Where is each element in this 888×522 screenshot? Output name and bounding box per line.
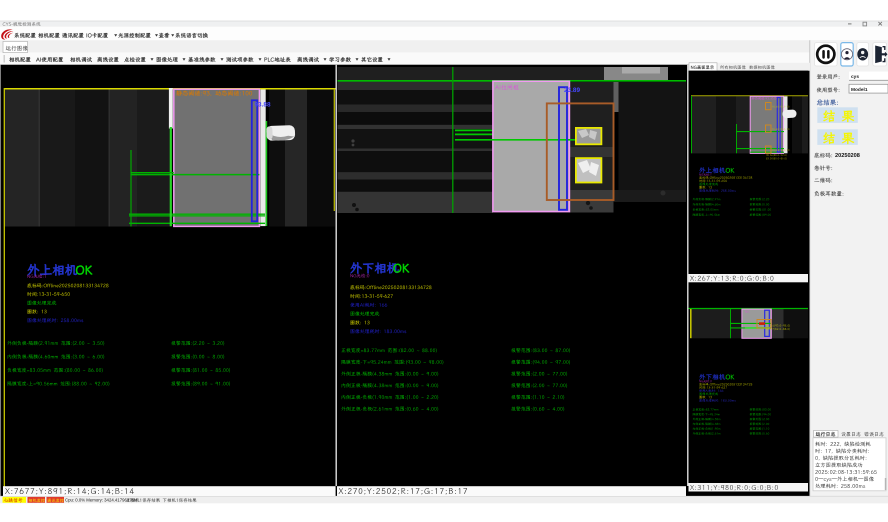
svg-text:20250208: 20250208 [835, 153, 860, 159]
svg-text:Model1: Model1 [851, 87, 868, 93]
svg-text:23.89: 23.89 [564, 87, 580, 94]
svg-text:cys: cys [851, 75, 859, 80]
svg-text:93.88: 93.88 [255, 101, 271, 108]
